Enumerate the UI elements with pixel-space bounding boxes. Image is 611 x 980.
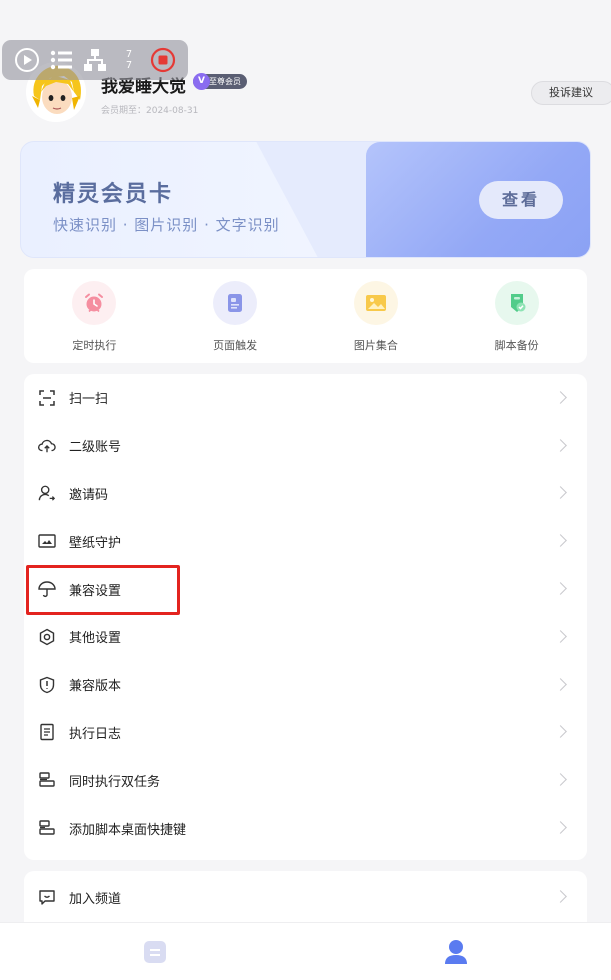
play-icon[interactable] bbox=[10, 43, 44, 77]
alarm-clock-icon bbox=[72, 281, 117, 325]
channel-chat-icon bbox=[38, 888, 56, 906]
menu-item-compat-settings[interactable]: 兼容设置 bbox=[24, 565, 587, 613]
chevron-right-icon bbox=[554, 534, 567, 548]
chevron-right-icon bbox=[554, 486, 567, 500]
tool-page-trigger[interactable]: 页面触发 bbox=[165, 269, 306, 363]
settings-menu: 扫一扫 二级账号 邀请码 壁纸守护 兼容设置 其他设置 兼容版本 执行日志 同时… bbox=[24, 374, 587, 860]
member-card[interactable]: 精灵会员卡 快速识别 · 图片识别 · 文字识别 查看 bbox=[20, 141, 591, 258]
menu-item-dual-task[interactable]: 同时执行双任务 bbox=[24, 756, 587, 804]
image-gallery-icon bbox=[353, 281, 398, 325]
chevron-right-icon bbox=[554, 582, 567, 595]
stop-icon[interactable] bbox=[146, 43, 180, 77]
list-icon[interactable] bbox=[44, 43, 78, 77]
menu-item-scan[interactable]: 扫一扫 bbox=[24, 374, 587, 422]
menu-item-sub-account[interactable]: 二级账号 bbox=[24, 422, 587, 470]
bottom-tab-bar bbox=[0, 922, 611, 980]
menu-item-label: 邀请码 bbox=[69, 487, 109, 503]
menu-item-label: 扫一扫 bbox=[69, 392, 109, 408]
shortcut-icon bbox=[38, 819, 56, 837]
menu-item-label: 二级账号 bbox=[69, 440, 122, 456]
menu-item-label: 壁纸守护 bbox=[69, 535, 122, 551]
user-icon bbox=[445, 940, 467, 964]
vip-badge: V 至尊会员 bbox=[193, 73, 247, 90]
quick-tools: 定时执行 页面触发 图片集合 脚本备份 bbox=[24, 269, 587, 363]
menu-item-desktop-shortcut[interactable]: 添加脚本桌面快捷键 bbox=[24, 804, 587, 852]
membership-expiry: 会员期至：2024-08-31 bbox=[101, 106, 199, 116]
chevron-right-icon bbox=[554, 773, 567, 787]
tab-profile[interactable] bbox=[441, 937, 471, 967]
menu-item-label: 兼容设置 bbox=[69, 583, 122, 599]
chevron-right-icon bbox=[554, 725, 567, 739]
shield-icon bbox=[38, 676, 56, 694]
menu-item-label: 同时执行双任务 bbox=[69, 774, 161, 790]
tool-image-collection[interactable]: 图片集合 bbox=[306, 269, 447, 363]
counter-bottom: 7 bbox=[125, 60, 133, 71]
menu-item-label: 兼容版本 bbox=[69, 679, 122, 695]
hierarchy-icon[interactable] bbox=[78, 43, 112, 77]
tool-scheduled-run[interactable]: 定时执行 bbox=[24, 269, 165, 363]
document-card-icon bbox=[213, 281, 258, 325]
vip-icon: V bbox=[193, 73, 210, 90]
dual-task-icon bbox=[38, 771, 56, 789]
floating-control-bar[interactable]: 7 7 bbox=[2, 40, 188, 80]
channel-menu: 加入频道 bbox=[24, 871, 587, 923]
chevron-right-icon bbox=[554, 821, 567, 834]
counter-top: 7 bbox=[125, 49, 133, 60]
menu-item-label: 执行日志 bbox=[69, 726, 122, 742]
umbrella-icon bbox=[38, 580, 56, 598]
tool-script-backup[interactable]: 脚本备份 bbox=[446, 269, 587, 363]
menu-item-wallpaper-guard[interactable]: 壁纸守护 bbox=[24, 517, 587, 565]
log-icon bbox=[38, 723, 56, 741]
invite-user-icon bbox=[38, 484, 56, 502]
tool-label: 图片集合 bbox=[353, 339, 398, 352]
chevron-right-icon bbox=[554, 438, 567, 452]
menu-item-compat-version[interactable]: 兼容版本 bbox=[24, 661, 587, 709]
tool-label: 脚本备份 bbox=[494, 339, 539, 352]
chevron-right-icon bbox=[554, 391, 567, 404]
run-counter: 7 7 bbox=[112, 43, 146, 77]
feedback-button[interactable]: 投诉建议 bbox=[531, 81, 611, 105]
backup-shield-icon bbox=[494, 281, 539, 325]
settings-hex-icon bbox=[38, 628, 56, 646]
menu-item-label: 添加脚本桌面快捷键 bbox=[69, 822, 187, 838]
tool-label: 页面触发 bbox=[213, 339, 258, 352]
vip-badge-label: 至尊会员 bbox=[209, 77, 241, 86]
cloud-upload-icon bbox=[38, 437, 56, 455]
scan-icon bbox=[38, 389, 56, 407]
menu-item-other-settings[interactable]: 其他设置 bbox=[24, 613, 587, 661]
chevron-right-icon bbox=[554, 630, 567, 643]
tab-scripts[interactable] bbox=[140, 937, 170, 967]
menu-item-execution-log[interactable]: 执行日志 bbox=[24, 709, 587, 757]
menu-item-invite-code[interactable]: 邀请码 bbox=[24, 470, 587, 518]
view-card-button[interactable]: 查看 bbox=[479, 181, 563, 219]
document-icon bbox=[144, 941, 166, 963]
chevron-right-icon bbox=[554, 890, 567, 903]
chevron-right-icon bbox=[554, 677, 567, 691]
member-card-subtitle: 快速识别 · 图片识别 · 文字识别 bbox=[53, 216, 280, 234]
menu-item-join-channel[interactable]: 加入频道 bbox=[24, 871, 587, 923]
menu-item-label: 加入频道 bbox=[69, 891, 122, 907]
wallpaper-icon bbox=[38, 532, 56, 550]
member-card-title: 精灵会员卡 bbox=[53, 182, 174, 207]
tool-label: 定时执行 bbox=[72, 339, 117, 352]
menu-item-label: 其他设置 bbox=[69, 631, 122, 647]
